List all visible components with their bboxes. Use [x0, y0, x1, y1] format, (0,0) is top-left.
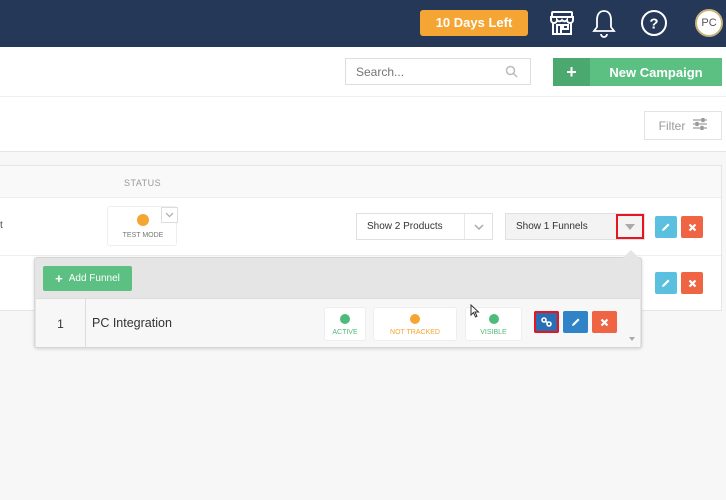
products-select[interactable]: Show 2 Products	[356, 213, 493, 240]
search-box[interactable]	[345, 58, 531, 85]
tracking-status-badge[interactable]: NOT TRACKED	[373, 307, 457, 341]
funnels-select-value: Show 1 Funnels	[516, 221, 588, 232]
table-header: STATUS	[0, 166, 721, 198]
new-campaign-button[interactable]: + New Campaign	[553, 58, 722, 86]
chevron-down-icon[interactable]	[464, 214, 492, 239]
status-dot	[340, 314, 350, 324]
add-funnel-label: Add Funnel	[68, 273, 120, 284]
active-status-text: ACTIVE	[332, 329, 358, 336]
filter-bar: Filter	[0, 97, 726, 152]
funnels-dropdown-toggle[interactable]	[616, 214, 644, 239]
status-dot	[488, 314, 499, 324]
funnels-select[interactable]: Show 1 Funnels	[505, 213, 645, 240]
sliders-icon	[693, 117, 708, 133]
add-funnel-button[interactable]: + Add Funnel	[43, 266, 132, 291]
edit-funnel-button[interactable]	[563, 311, 588, 333]
new-campaign-label: New Campaign	[609, 64, 703, 80]
search-input[interactable]	[346, 59, 496, 84]
status-badge[interactable]: TEST MODE	[107, 206, 178, 246]
truncated-text: t	[0, 220, 3, 231]
funnel-index: 1	[36, 299, 86, 348]
funnel-name: PC Integration	[92, 316, 172, 330]
help-icon[interactable]: ?	[637, 6, 671, 40]
funnels-popover: + Add Funnel 1 PC Integration ACTIVE NOT…	[34, 250, 642, 348]
products-select-value: Show 2 Products	[367, 221, 443, 232]
trial-days-badge[interactable]: 10 Days Left	[420, 10, 528, 36]
svg-text:?: ?	[649, 16, 658, 33]
status-dot	[137, 214, 149, 226]
filter-button[interactable]: Filter	[644, 111, 722, 140]
search-icon	[505, 65, 518, 83]
bell-icon[interactable]	[587, 6, 621, 40]
status-dropdown-toggle[interactable]	[161, 207, 178, 223]
plus-icon: +	[553, 58, 590, 86]
integration-link-button[interactable]	[534, 311, 559, 333]
table-row: t TEST MODE Show 2 Products Show 1 Funne…	[0, 198, 721, 256]
mouse-cursor-icon	[470, 303, 480, 323]
status-dot	[410, 314, 420, 324]
active-status-badge[interactable]: ACTIVE	[324, 307, 366, 341]
delete-campaign-button[interactable]	[681, 216, 703, 238]
status-column-header: STATUS	[124, 178, 162, 188]
user-avatar[interactable]: PC	[695, 9, 723, 37]
funnel-row: 1 PC Integration ACTIVE NOT TRACKED VISI…	[36, 298, 640, 348]
edit-campaign-button[interactable]	[655, 216, 677, 238]
filter-label: Filter	[658, 118, 686, 133]
tracking-status-text: NOT TRACKED	[390, 329, 440, 336]
top-navbar: 10 Days Left ? PC	[0, 0, 726, 47]
plus-icon: +	[55, 271, 63, 286]
store-icon[interactable]	[545, 6, 579, 40]
delete-campaign-button[interactable]	[681, 272, 703, 294]
visibility-status-text: VISIBLE	[480, 329, 507, 336]
scroll-down-arrow[interactable]	[629, 337, 635, 341]
popover-caret	[623, 250, 639, 258]
edit-campaign-button[interactable]	[655, 272, 677, 294]
page-header: + New Campaign	[0, 47, 726, 97]
status-text: TEST MODE	[122, 232, 164, 239]
delete-funnel-button[interactable]	[592, 311, 617, 333]
